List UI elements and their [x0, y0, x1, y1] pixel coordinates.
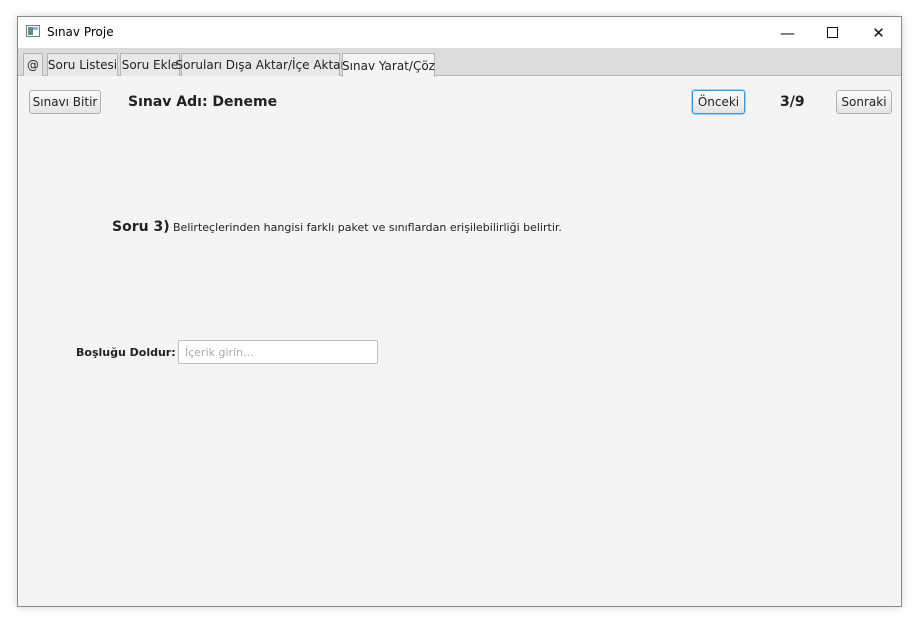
previous-button[interactable]: Önceki	[692, 90, 745, 114]
next-button[interactable]: Sonraki	[836, 90, 892, 114]
tab-bar: @ Soru Listesi Soru Ekle Soruları Dışa A…	[18, 48, 901, 77]
finish-exam-button[interactable]: Sınavı Bitir	[29, 90, 101, 114]
app-window: Sınav Proje — ✕ @ Soru Listesi Soru Ekle…	[17, 16, 902, 607]
app-window-icon	[26, 25, 40, 37]
exam-name-label: Sınav Adı: Deneme	[128, 94, 278, 110]
fill-blank-label: Boşluğu Doldur:	[76, 346, 176, 359]
tab-soru-ekle[interactable]: Soru Ekle	[120, 53, 180, 76]
minimize-icon: —	[780, 23, 795, 42]
tab-disa-ice-aktar[interactable]: Soruları Dışa Aktar/İçe Aktar	[176, 53, 345, 76]
question-number: Soru 3)	[112, 219, 170, 235]
minimize-button[interactable]: —	[765, 17, 810, 48]
maximize-icon	[827, 27, 838, 38]
close-icon: ✕	[872, 23, 885, 42]
maximize-button[interactable]	[810, 17, 855, 48]
question-counter: 3/9	[780, 94, 805, 110]
title-bar[interactable]: Sınav Proje — ✕	[18, 17, 901, 48]
close-button[interactable]: ✕	[856, 17, 901, 48]
window-title: Sınav Proje	[47, 25, 114, 39]
tab-sinav-yarat-coz[interactable]: Sınav Yarat/Çöz	[342, 53, 435, 77]
fill-blank-input[interactable]	[178, 340, 378, 364]
tab-soru-listesi[interactable]: Soru Listesi	[47, 53, 118, 76]
question-text: Belirteçlerinden hangisi farklı paket ve…	[173, 221, 562, 234]
tab-at[interactable]: @	[23, 53, 43, 76]
